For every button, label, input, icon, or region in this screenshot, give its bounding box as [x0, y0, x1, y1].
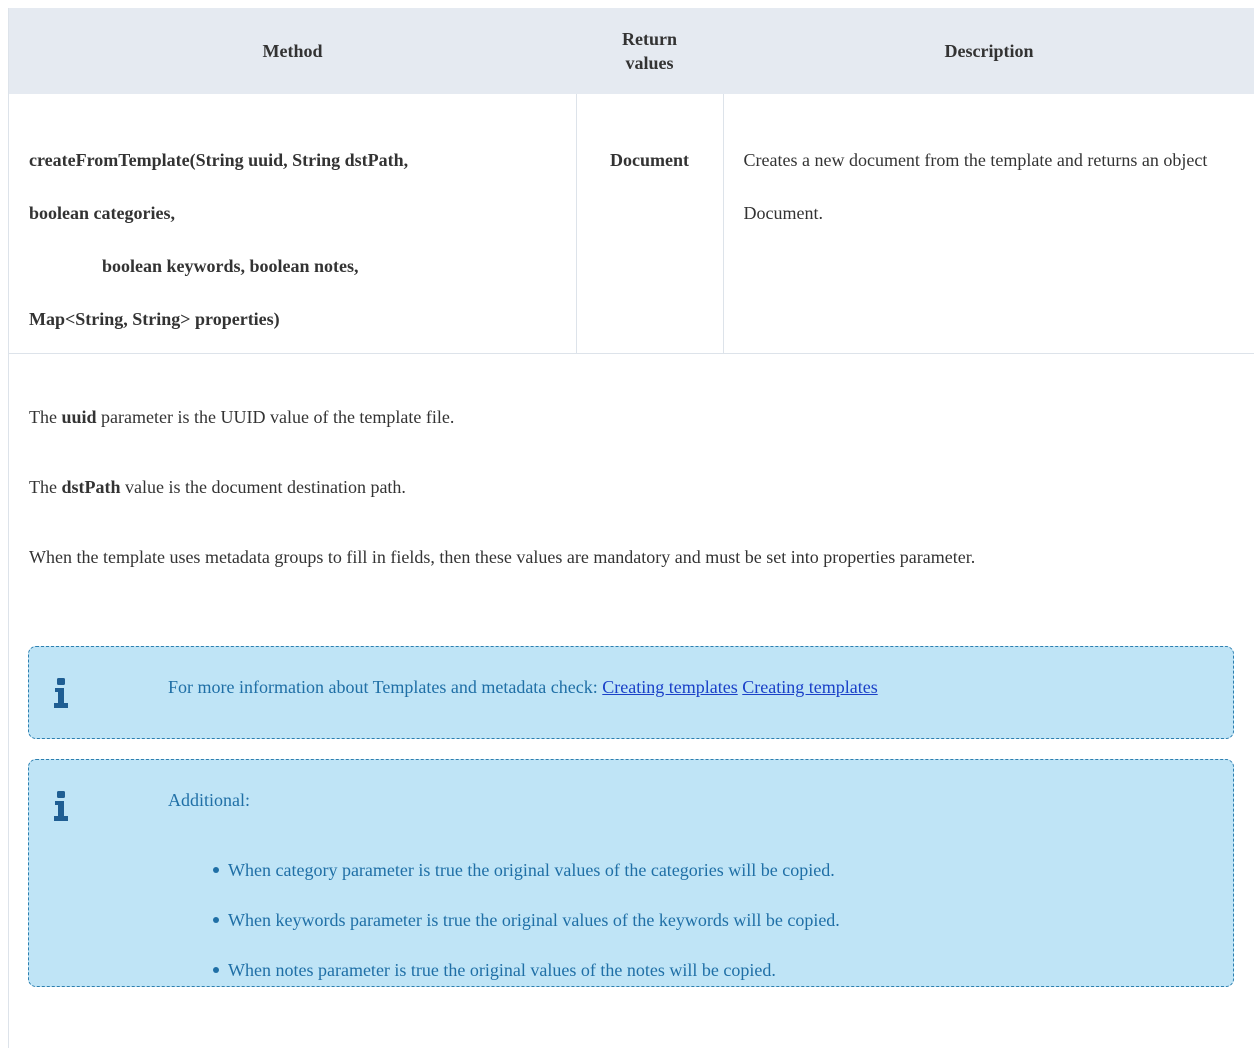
method-table: Method Return values Description createF… — [9, 8, 1254, 354]
list-item: When notes parameter is true the origina… — [210, 945, 840, 995]
header-method: Method — [9, 8, 576, 94]
list-item: When category parameter is true the orig… — [210, 845, 840, 895]
info-icon — [54, 678, 68, 708]
info-box-additional-title: Additional: — [168, 790, 250, 810]
return-value-cell: Document — [576, 94, 724, 354]
method-signature-line: createFromTemplate(String uuid, String d… — [29, 150, 409, 170]
info-box-additional: Additional: When category parameter is t… — [28, 759, 1234, 987]
method-signature-line: boolean keywords, boolean notes, — [102, 256, 359, 276]
list-item-text: When category parameter is true the orig… — [228, 860, 835, 880]
info-box-templates: For more information about Templates and… — [28, 646, 1234, 739]
list-item: When keywords parameter is true the orig… — [210, 895, 840, 945]
dstpath-term: dstPath — [61, 477, 121, 497]
metadata-paragraph: When the template uses metadata groups t… — [29, 547, 976, 567]
description-cell: Creates a new document from the template… — [723, 94, 1254, 354]
table-row: createFromTemplate(String uuid, String d… — [9, 94, 1254, 354]
method-signature-line: boolean categories, — [29, 203, 175, 223]
table-header-row: Method Return values Description — [9, 8, 1254, 94]
info-text: For more information about Templates and… — [168, 677, 598, 697]
list-item-text: When notes parameter is true the origina… — [228, 960, 776, 980]
uuid-term: uuid — [61, 407, 97, 427]
uuid-suffix: parameter is the UUID value of the templ… — [101, 407, 455, 427]
dstpath-paragraph: The dstPath value is the document destin… — [29, 466, 406, 509]
creating-templates-link[interactable]: Creating templates — [742, 677, 877, 697]
list-item-text: When keywords parameter is true the orig… — [228, 910, 840, 930]
document-page: Method Return values Description createF… — [8, 8, 1254, 1048]
bullet-icon — [213, 867, 219, 873]
creating-templates-link[interactable]: Creating templates — [602, 677, 737, 697]
info-icon — [54, 791, 68, 821]
bullet-icon — [213, 967, 219, 973]
uuid-paragraph: The uuid parameter is the UUID value of … — [29, 396, 454, 439]
header-return-values: Return values — [576, 8, 723, 94]
uuid-prefix: The — [29, 407, 57, 427]
header-description: Description — [723, 8, 1254, 94]
dstpath-prefix: The — [29, 477, 57, 497]
info-box-templates-text: For more information about Templates and… — [168, 677, 878, 698]
bullet-icon — [213, 917, 219, 923]
dstpath-suffix: value is the document destination path. — [125, 477, 406, 497]
method-signature-cell: createFromTemplate(String uuid, String d… — [9, 94, 577, 354]
method-signature-line: Map<String, String> properties) — [29, 309, 280, 329]
additional-list: When category parameter is true the orig… — [210, 845, 840, 995]
header-return-values-label: Return values — [622, 29, 677, 73]
